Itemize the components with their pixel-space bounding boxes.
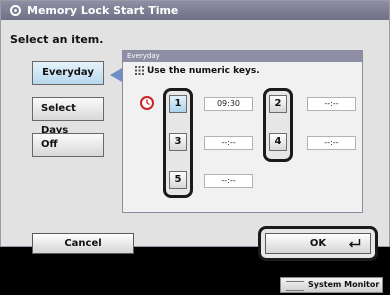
ok-button[interactable]: OK	[265, 233, 371, 254]
everyday-label: Everyday	[42, 67, 94, 78]
slot-5-key[interactable]: 5	[169, 171, 187, 189]
slot-2-key-label: 2	[274, 98, 282, 109]
slot-2-time: --:--	[307, 97, 356, 111]
slot-1-key[interactable]: 1	[169, 95, 187, 113]
clock-icon	[140, 96, 154, 110]
slot-2-key[interactable]: 2	[269, 95, 287, 113]
off-label: Off	[41, 139, 58, 150]
keypad-icon	[135, 66, 144, 75]
slot-5-time: --:--	[204, 174, 253, 188]
numeric-keys-hint: Use the numeric keys.	[147, 66, 260, 76]
slot-3-time: --:--	[204, 136, 253, 150]
title-bar: Memory Lock Start Time	[1, 1, 389, 20]
selection-pointer-icon	[110, 68, 122, 82]
system-monitor-icon	[286, 281, 304, 291]
slot-3-key[interactable]: 3	[169, 133, 187, 151]
system-monitor-label: System Monitor	[308, 280, 380, 289]
dialog-icon	[10, 5, 21, 16]
select-days-button[interactable]: Select Days	[32, 97, 104, 136]
cancel-button[interactable]: Cancel	[32, 233, 134, 254]
window-title: Memory Lock Start Time	[27, 4, 179, 17]
slot-5-key-label: 5	[174, 174, 182, 185]
slot-1-key-label: 1	[174, 98, 182, 109]
cancel-label: Cancel	[64, 238, 102, 249]
slot-4-key-label: 4	[274, 136, 282, 147]
slot-3-key-label: 3	[174, 136, 182, 147]
slot-4-time: --:--	[307, 136, 356, 150]
system-monitor-button[interactable]: System Monitor	[280, 277, 383, 293]
select-prompt: Select an item.	[10, 33, 104, 46]
enter-icon	[349, 239, 361, 248]
off-button[interactable]: Off	[32, 133, 104, 157]
group-title: Everyday	[123, 51, 362, 62]
slot-4-key[interactable]: 4	[269, 133, 287, 151]
slot-1-time: 09:30	[204, 97, 253, 111]
everyday-button[interactable]: Everyday	[32, 61, 104, 85]
ok-label: OK	[309, 238, 327, 249]
